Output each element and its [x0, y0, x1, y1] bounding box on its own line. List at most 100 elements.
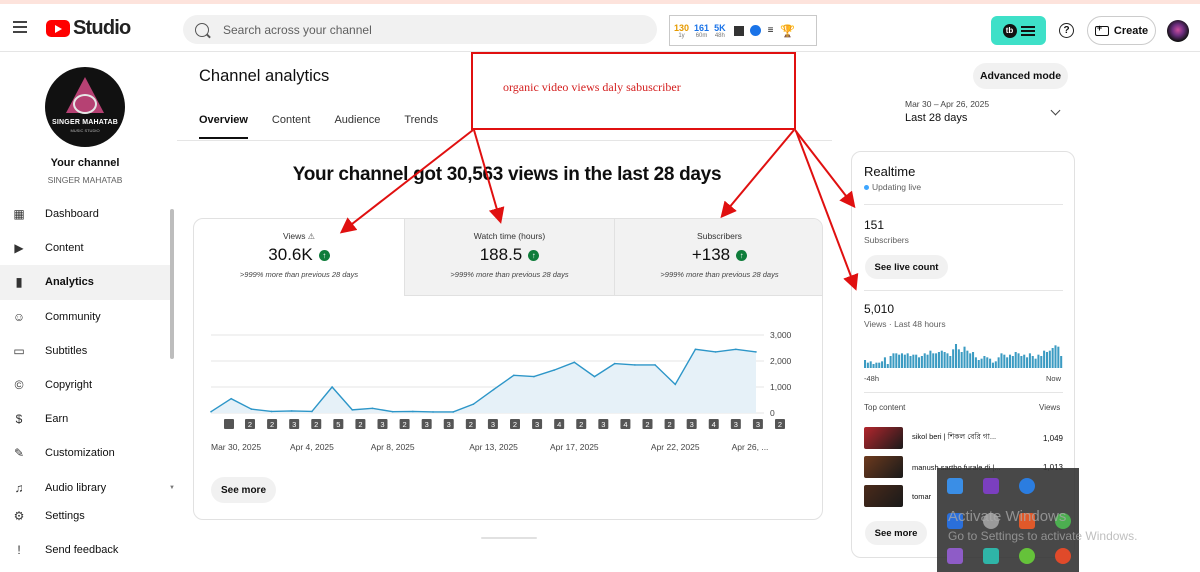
subscribers-label: Subscribers: [864, 235, 909, 245]
metric-watch-time[interactable]: Watch time (hours) 188.5 ↑ >999% more than …: [404, 219, 614, 296]
chart-point: [472, 403, 475, 405]
views-chart[interactable]: 3,0002,0001,00002 2 3 2 5 2 3 2 3 3 2 3 2 3 4 2 3 4 2 2 3 4 3 3…: [194, 319, 823, 459]
sidebar-item-label: Dashboard: [45, 208, 99, 221]
video-thumbnail[interactable]: [864, 485, 903, 507]
see-live-count-button[interactable]: See live count: [865, 255, 948, 279]
help-icon[interactable]: ?: [1059, 23, 1074, 38]
tab-overview[interactable]: Overview: [199, 114, 248, 139]
search-bar[interactable]: [183, 15, 657, 44]
extension-widget[interactable]: 130 1y 161 60m 5K 48h ≡ 🏆: [669, 15, 817, 46]
sidebar-item-earn[interactable]: $ Earn: [0, 402, 170, 436]
menu-icon[interactable]: [13, 21, 27, 33]
upload-marker-count: 2: [645, 420, 649, 429]
video-title[interactable]: sikol beri | শিকল বেরি গা...: [912, 432, 1030, 444]
tray-app-icon[interactable]: [1019, 478, 1035, 494]
sidebar-item-label: Analytics: [45, 276, 94, 289]
y-tick-label: 1,000: [770, 382, 792, 392]
realtime-bar: [926, 354, 929, 368]
upload-marker-count: 3: [756, 420, 760, 429]
metric-value-text: 188.5: [479, 245, 523, 264]
chart-point: [674, 383, 677, 386]
account-avatar[interactable]: [1167, 20, 1189, 42]
analytics-icon: ▮: [15, 275, 23, 290]
metric-label-text: Subscribers: [697, 231, 742, 241]
tray-app-icon[interactable]: [1019, 548, 1035, 564]
realtime-title: Realtime: [864, 164, 916, 179]
tray-app-icon[interactable]: [983, 548, 999, 564]
sidebar-item-send-feedback[interactable]: ! Send feedback: [0, 533, 170, 567]
x-tick-label: Apr 13, 2025: [469, 442, 518, 452]
sidebar-scrollbar[interactable]: [170, 209, 174, 359]
tray-app-icon[interactable]: [947, 548, 963, 564]
sidebar-item-customization[interactable]: ✎ Customization: [0, 436, 170, 470]
tray-app-icon[interactable]: [947, 478, 963, 494]
studio-logo[interactable]: Studio: [46, 17, 131, 40]
top-content-row[interactable]: sikol beri | শিকল বেরি গা... 1,049: [864, 426, 1063, 450]
trophy-icon[interactable]: 🏆: [780, 24, 795, 38]
sidebar-item-label: Send feedback: [45, 544, 119, 557]
extension-stat-period: 1y: [678, 32, 685, 39]
realtime-bar: [1023, 354, 1026, 368]
video-thumbnail[interactable]: [864, 456, 903, 478]
realtime-bar: [918, 357, 921, 368]
upload-marker-icon[interactable]: [224, 419, 234, 429]
extension-list-icon[interactable]: ≡: [768, 25, 774, 36]
metric-value: 188.5 ↑: [405, 245, 614, 265]
tray-app-icon[interactable]: [983, 478, 999, 494]
tab-audience[interactable]: Audience: [334, 114, 380, 139]
scroll-down-icon[interactable]: ▼: [169, 485, 175, 491]
upload-marker-count: 2: [513, 420, 517, 429]
tray-app-icon[interactable]: [1055, 548, 1071, 564]
realtime-bar: [1031, 356, 1034, 368]
extension-toggle-button[interactable]: tb: [991, 16, 1046, 45]
sidebar-item-community[interactable]: ☺ Community: [0, 300, 170, 334]
y-tick-label: 2,000: [770, 356, 792, 366]
chart-point: [512, 374, 515, 377]
realtime-bar: [1000, 353, 1003, 368]
extension-square-icon[interactable]: [733, 25, 744, 36]
sidebar-item-dashboard[interactable]: ▦ Dashboard: [0, 197, 170, 231]
metric-subscribers[interactable]: Subscribers +138 ↑ >999% more than previous…: [614, 219, 822, 296]
realtime-bar: [935, 353, 938, 368]
upload-marker-count: 3: [380, 420, 384, 429]
tab-trends[interactable]: Trends: [404, 114, 438, 139]
tab-content[interactable]: Content: [272, 114, 311, 139]
search-input[interactable]: [223, 22, 623, 37]
chart-point: [311, 410, 313, 413]
x-tick-label: Apr 17, 2025: [550, 442, 599, 452]
sidebar-item-analytics[interactable]: ▮ Analytics: [0, 265, 170, 300]
chart-point: [290, 410, 293, 412]
sidebar-item-subtitles[interactable]: ▭ Subtitles: [0, 334, 170, 368]
chart-point: [331, 386, 333, 388]
sidebar-item-content[interactable]: ▶ Content: [0, 231, 170, 265]
chevron-down-icon[interactable]: [1050, 105, 1061, 116]
realtime-views-bars[interactable]: [864, 342, 1063, 368]
sidebar-item-settings[interactable]: ⚙ Settings: [0, 499, 170, 533]
upload-marker-count: 2: [778, 420, 782, 429]
dashboard-icon: ▦: [13, 207, 25, 222]
tabs-divider: [177, 140, 832, 141]
x-tick-label: Apr 8, 2025: [371, 442, 415, 452]
see-more-button[interactable]: See more: [211, 477, 276, 503]
your-channel-label: Your channel: [50, 157, 120, 169]
video-thumbnail[interactable]: [864, 427, 903, 449]
advanced-mode-button[interactable]: Advanced mode: [973, 63, 1068, 89]
channel-avatar[interactable]: SINGER MAHATAB MUSIC STUDIO: [45, 67, 125, 147]
sidebar-item-copyright[interactable]: © Copyright: [0, 368, 170, 402]
sidebar-item-label: Audio library: [45, 481, 107, 494]
metric-label-text: Views: [283, 231, 306, 241]
sidebar-item-label: Content: [45, 242, 84, 255]
create-button[interactable]: Create: [1087, 16, 1156, 45]
realtime-see-more-button[interactable]: See more: [865, 521, 927, 545]
create-label: Create: [1113, 24, 1149, 37]
realtime-bar: [872, 364, 875, 368]
date-range-text[interactable]: Mar 30 – Apr 26, 2025: [905, 99, 989, 109]
realtime-bar: [898, 354, 901, 368]
community-icon: ☺: [12, 309, 26, 324]
chart-point: [593, 375, 596, 378]
date-range-value[interactable]: Last 28 days: [905, 112, 967, 124]
metric-views[interactable]: Views ⚠ 30.6K ↑ >999% more than previous 28…: [194, 219, 404, 296]
realtime-bar: [946, 353, 949, 368]
search-icon[interactable]: [195, 22, 209, 37]
extension-circle-icon[interactable]: [749, 25, 761, 36]
